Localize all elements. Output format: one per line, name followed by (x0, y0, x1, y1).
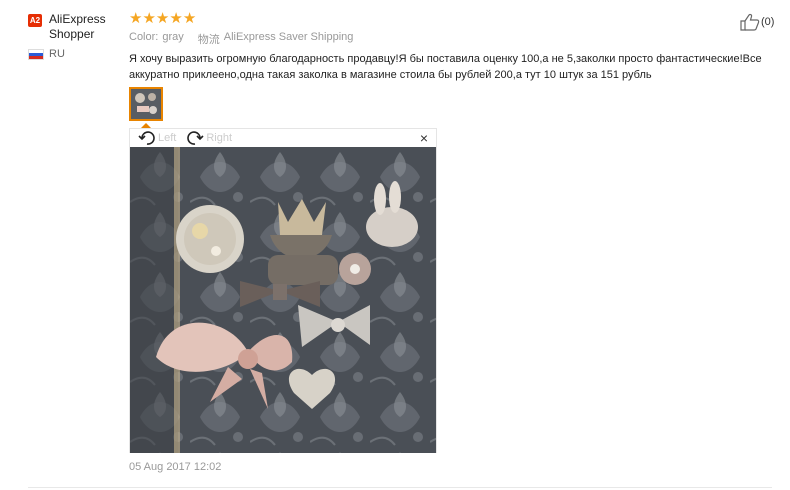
shipping-value: AliExpress Saver Shipping (223, 31, 354, 43)
review-divider (28, 487, 772, 488)
reviewer-info: A2 AliExpress Shopper RU (28, 12, 118, 60)
star-icon: ★ (169, 10, 183, 27)
viewer-toolbar: Left Right × (130, 129, 436, 147)
country-code: RU (49, 48, 65, 60)
reviewer-name: AliExpress Shopper (49, 12, 106, 41)
rotate-right-button[interactable]: Right (186, 130, 232, 146)
review-photo (130, 147, 436, 453)
star-icon: ★ (142, 10, 156, 27)
star-icon: ★ (129, 10, 143, 27)
color-value: gray (162, 31, 184, 43)
russia-flag-icon (28, 48, 44, 60)
shipping-label: 物流 (197, 34, 220, 46)
thumbnail-image (131, 89, 161, 119)
rotate-left-button[interactable]: Left (138, 130, 176, 146)
rotate-left-icon (138, 131, 155, 145)
review-date: 05 Aug 2017 12:02 (129, 461, 222, 473)
star-icon: ★ (155, 10, 170, 27)
reviewer-country: RU (28, 48, 118, 60)
reviewer-header: A2 AliExpress Shopper (28, 12, 118, 42)
close-icon[interactable]: × (420, 130, 428, 146)
reviewer-level-badge: A2 (28, 14, 42, 27)
color-label: Color: (129, 31, 159, 43)
rotate-right-icon (187, 131, 204, 145)
hair-clips-photo (130, 147, 436, 453)
rotate-right-label: Right (206, 132, 233, 144)
star-rating: ★ ★ ★ ★ ★ (129, 10, 769, 27)
review-text: Я хочу выразить огромную благодарность п… (129, 53, 762, 81)
star-icon: ★ (182, 10, 197, 27)
order-info: Color: gray 物流 AliExpress Saver Shipping (129, 31, 769, 47)
rotate-left-label: Left (158, 132, 177, 144)
review-photo-thumbnail[interactable] (129, 87, 163, 121)
review-content: ★ ★ ★ ★ ★ Color: gray 物流 AliExpress Save… (129, 10, 769, 121)
image-viewer: Left Right × (129, 128, 437, 453)
